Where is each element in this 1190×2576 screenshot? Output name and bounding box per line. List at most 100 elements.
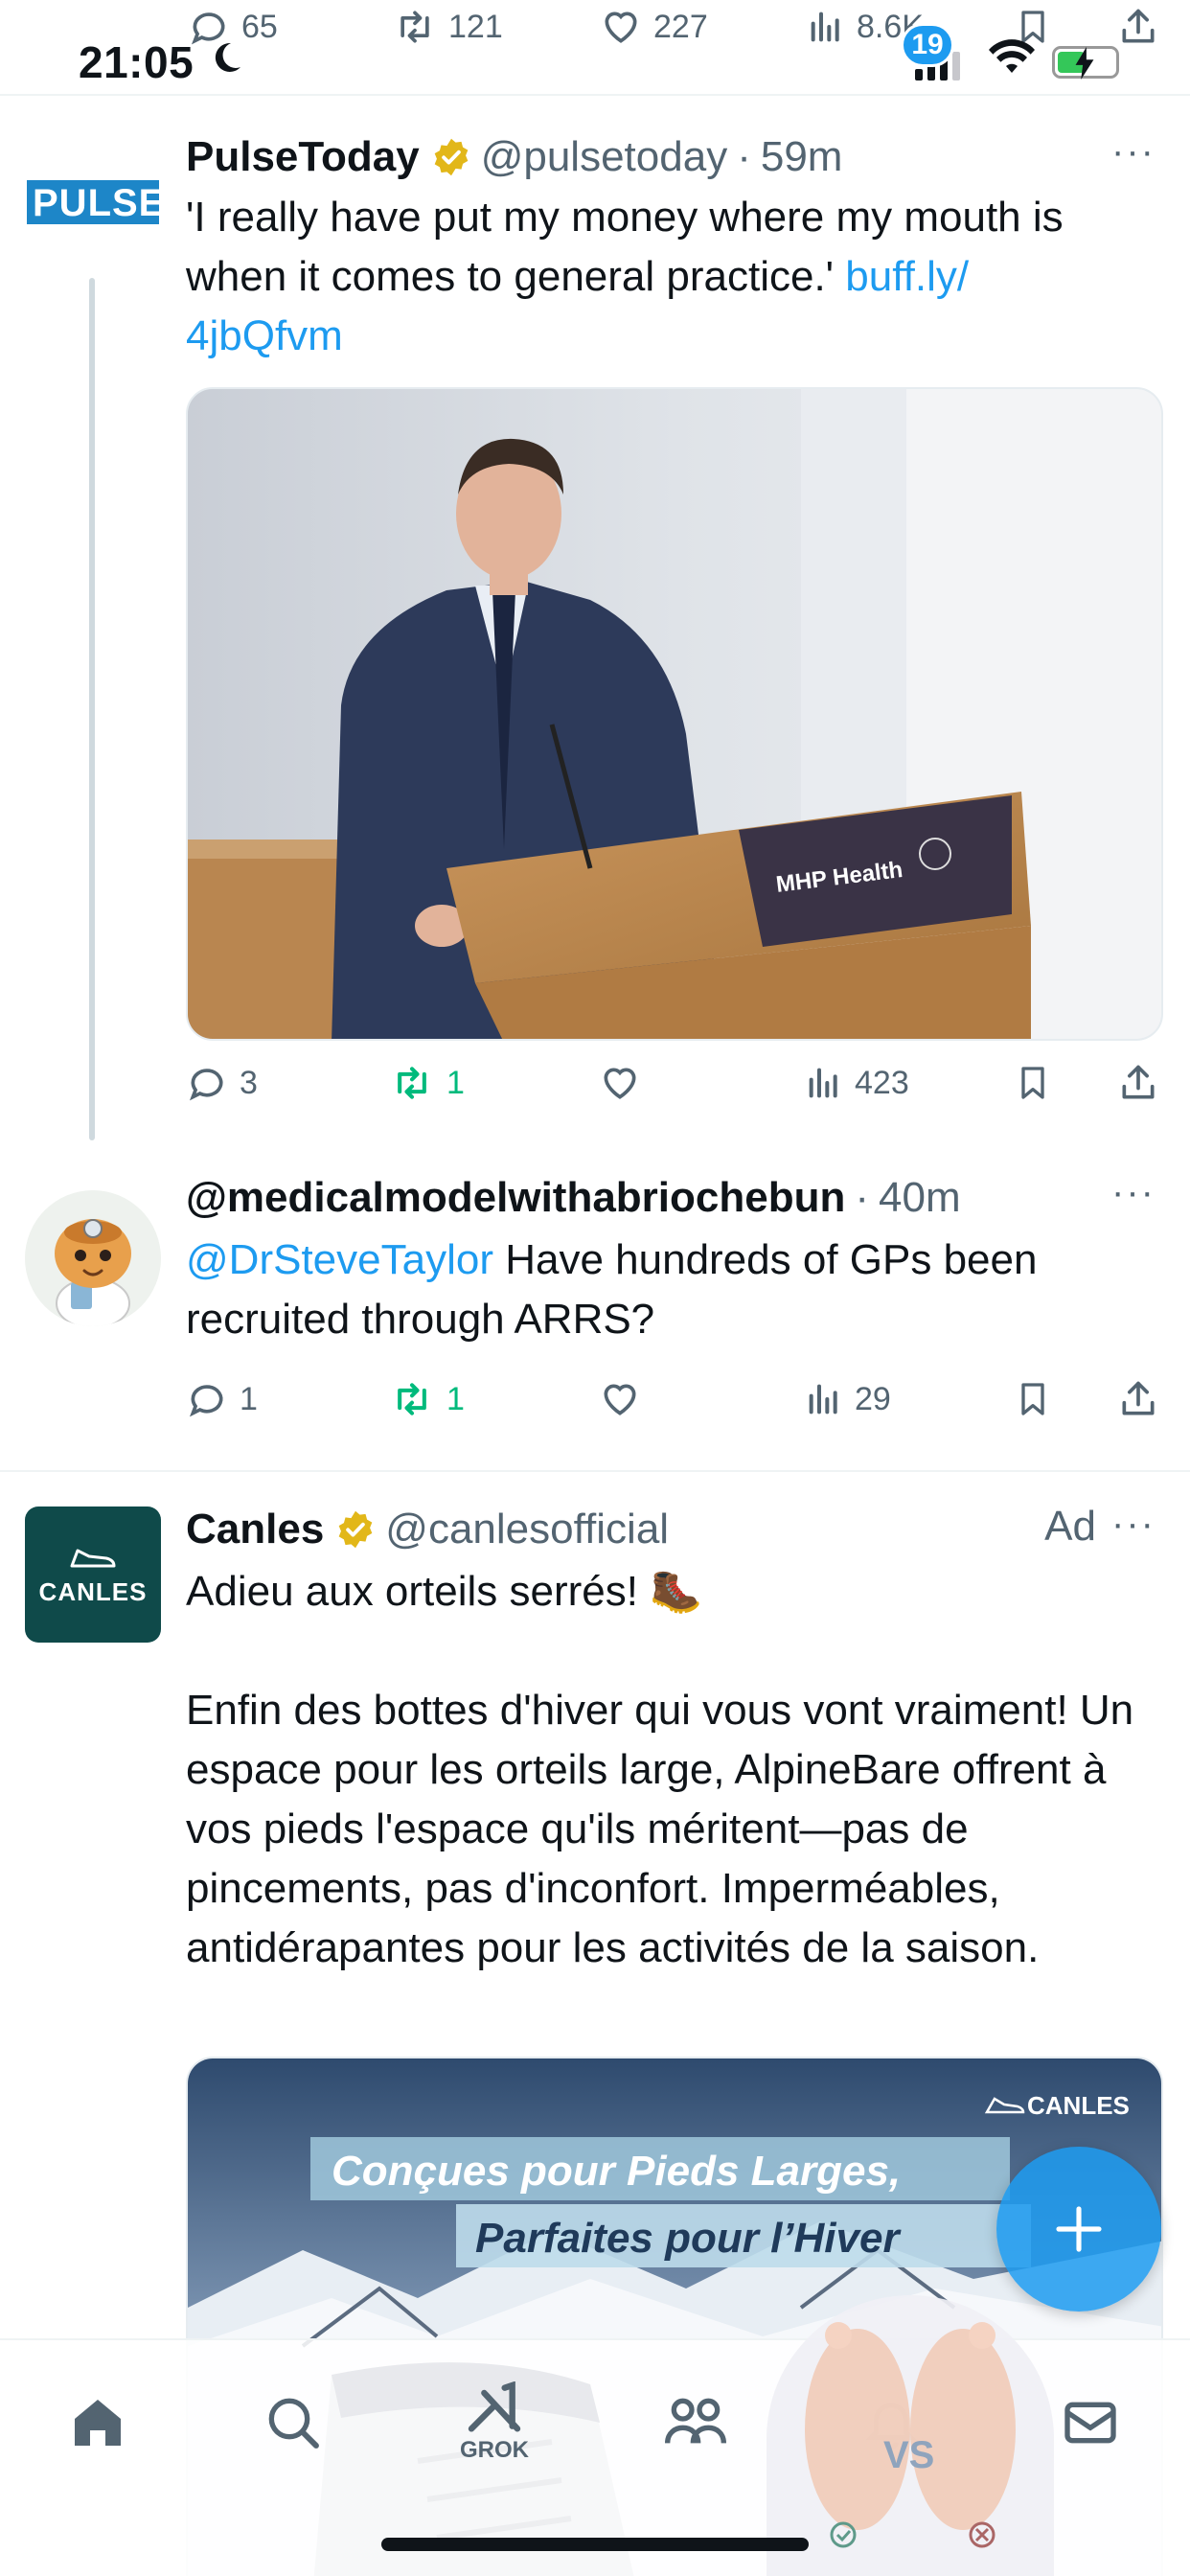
like-count: 227 bbox=[653, 8, 708, 45]
focus-moon-icon bbox=[207, 38, 245, 85]
overlay-vs-text: VS bbox=[883, 2434, 935, 2476]
nav-messages[interactable] bbox=[1042, 2375, 1138, 2471]
tweet-time[interactable]: 59m bbox=[761, 133, 843, 181]
author-name[interactable]: @medicalmodelwithabriochebun bbox=[186, 1174, 845, 1222]
tweet-text-body: Enfin des bottes d'hiver qui vous vont v… bbox=[186, 1687, 1146, 1971]
status-bar: 65 121 227 8.6K 21:05 bbox=[0, 0, 1190, 96]
repost-count: 1 bbox=[446, 1380, 465, 1417]
repost-icon bbox=[400, 11, 429, 43]
tweet-time[interactable]: 40m bbox=[879, 1174, 961, 1222]
repost-count: 1 bbox=[446, 1064, 465, 1101]
bookmark-icon bbox=[1021, 1067, 1044, 1099]
repost-button[interactable]: 1 bbox=[389, 1378, 465, 1420]
more-options-icon[interactable]: ··· bbox=[1111, 130, 1156, 173]
author-name[interactable]: Canles bbox=[186, 1506, 324, 1553]
tweet-actions: 1 1 29 bbox=[186, 1378, 1163, 1436]
views-button[interactable]: 29 bbox=[805, 1378, 891, 1420]
reply-count: 1 bbox=[240, 1380, 258, 1417]
battery-icon bbox=[1052, 46, 1119, 80]
bookmark-icon bbox=[1021, 1383, 1044, 1415]
clock: 21:05 bbox=[79, 37, 195, 87]
verified-badge-icon bbox=[338, 1510, 373, 1549]
views-icon bbox=[809, 1384, 837, 1414]
cartoon-doctor-avatar bbox=[25, 1190, 161, 1326]
views-button[interactable]: 423 bbox=[805, 1062, 909, 1104]
repost-icon bbox=[398, 1067, 426, 1099]
reply-icon bbox=[189, 1385, 223, 1417]
more-options-icon[interactable]: ··· bbox=[1111, 1503, 1156, 1546]
compose-button[interactable] bbox=[996, 2147, 1161, 2312]
views-icon bbox=[809, 1068, 837, 1098]
verified-badge-icon bbox=[434, 138, 469, 176]
heart-icon bbox=[604, 1384, 636, 1415]
thread-line bbox=[89, 278, 95, 1140]
like-button[interactable] bbox=[598, 1378, 653, 1420]
more-options-icon[interactable]: ··· bbox=[1111, 1171, 1156, 1214]
tweet-pulsetoday[interactable]: PULSE PulseToday @pulsetoday · 59m ··· '… bbox=[0, 96, 1190, 1140]
avatar[interactable] bbox=[25, 1190, 161, 1326]
wifi-icon bbox=[987, 38, 1037, 81]
home-icon bbox=[75, 2400, 121, 2446]
share-button[interactable] bbox=[1117, 6, 1159, 48]
share-button[interactable] bbox=[1117, 1062, 1159, 1104]
reply-button[interactable]: 3 bbox=[186, 1062, 258, 1104]
heart-icon bbox=[604, 1068, 636, 1099]
tweet-text-headline: Adieu aux orteils serrés! 🥾 bbox=[186, 1568, 702, 1615]
share-icon bbox=[1122, 1381, 1155, 1415]
shoe-logo-icon bbox=[70, 1549, 116, 1567]
grok-icon bbox=[468, 2381, 521, 2432]
reply-count: 3 bbox=[240, 1064, 258, 1101]
tweet-reply[interactable]: @medicalmodelwithabriochebun · 40m ··· @… bbox=[0, 1140, 1190, 1471]
separator-dot: · bbox=[855, 1174, 869, 1221]
bookmark-button[interactable] bbox=[1014, 1378, 1052, 1420]
tweet-actions: 3 1 423 bbox=[186, 1062, 1163, 1119]
mail-icon bbox=[1064, 2402, 1116, 2444]
repost-count: 121 bbox=[448, 8, 503, 45]
tweet-header: Canles @canlesofficial bbox=[186, 1501, 1152, 1558]
reply-count: 65 bbox=[241, 8, 278, 45]
like-button[interactable] bbox=[598, 1062, 653, 1104]
notifications-badge: 19 bbox=[901, 23, 954, 67]
bookmark-button[interactable] bbox=[1014, 1062, 1052, 1104]
nav-communities[interactable] bbox=[648, 2375, 744, 2471]
nav-grok[interactable]: GROK bbox=[446, 2375, 542, 2471]
heart-icon bbox=[605, 12, 637, 43]
author-handle[interactable]: @pulsetoday bbox=[481, 133, 728, 181]
mention-link[interactable]: @DrSteveTaylor bbox=[186, 1236, 493, 1283]
tweet-header: @medicalmodelwithabriochebun · 40m bbox=[186, 1169, 1152, 1227]
author-name[interactable]: PulseToday bbox=[186, 133, 420, 181]
share-button[interactable] bbox=[1117, 1378, 1159, 1420]
share-icon bbox=[1122, 9, 1155, 43]
avatar[interactable]: CANLES bbox=[25, 1506, 161, 1643]
tweet-text: 'I really have put my money where my mou… bbox=[186, 188, 1163, 366]
search-icon bbox=[268, 2398, 319, 2449]
nav-home[interactable] bbox=[50, 2375, 146, 2471]
author-handle[interactable]: @canlesofficial bbox=[385, 1506, 669, 1553]
plus-icon bbox=[1056, 2206, 1102, 2252]
reply-icon bbox=[189, 1069, 223, 1101]
repost-icon bbox=[398, 1383, 426, 1415]
ad-headline-1: Conçues pour Pieds Larges, bbox=[332, 2148, 901, 2195]
reply-button[interactable]: 1 bbox=[186, 1378, 258, 1420]
ad-headline-2: Parfaites pour l’Hiver bbox=[475, 2215, 902, 2262]
repost-button[interactable]: 1 bbox=[389, 1062, 465, 1104]
tweet-image[interactable]: MHP Health bbox=[186, 387, 1163, 1041]
avatar-logo-text: CANLES bbox=[38, 1576, 148, 1606]
share-icon bbox=[1122, 1065, 1155, 1099]
view-count: 29 bbox=[855, 1380, 891, 1417]
home-indicator[interactable] bbox=[381, 2538, 809, 2551]
separator-dot: · bbox=[737, 133, 751, 180]
like-button[interactable]: 227 bbox=[600, 6, 708, 48]
repost-button[interactable]: 121 bbox=[393, 6, 503, 48]
ad-label: Ad bbox=[1044, 1503, 1096, 1550]
speaker-at-podium-image: MHP Health bbox=[188, 389, 1161, 1039]
views-icon bbox=[811, 12, 839, 42]
grok-label: GROK bbox=[460, 2437, 529, 2463]
tweet-header: PulseToday @pulsetoday · 59m bbox=[186, 128, 1152, 186]
communities-icon bbox=[665, 2398, 726, 2444]
tweet-text: @DrSteveTaylor Have hundreds of GPs been… bbox=[186, 1230, 1163, 1349]
avatar-logo-text: PULSE bbox=[33, 182, 166, 224]
view-count: 423 bbox=[855, 1064, 909, 1101]
nav-search[interactable] bbox=[245, 2375, 341, 2471]
avatar[interactable]: PULSE bbox=[25, 134, 164, 270]
